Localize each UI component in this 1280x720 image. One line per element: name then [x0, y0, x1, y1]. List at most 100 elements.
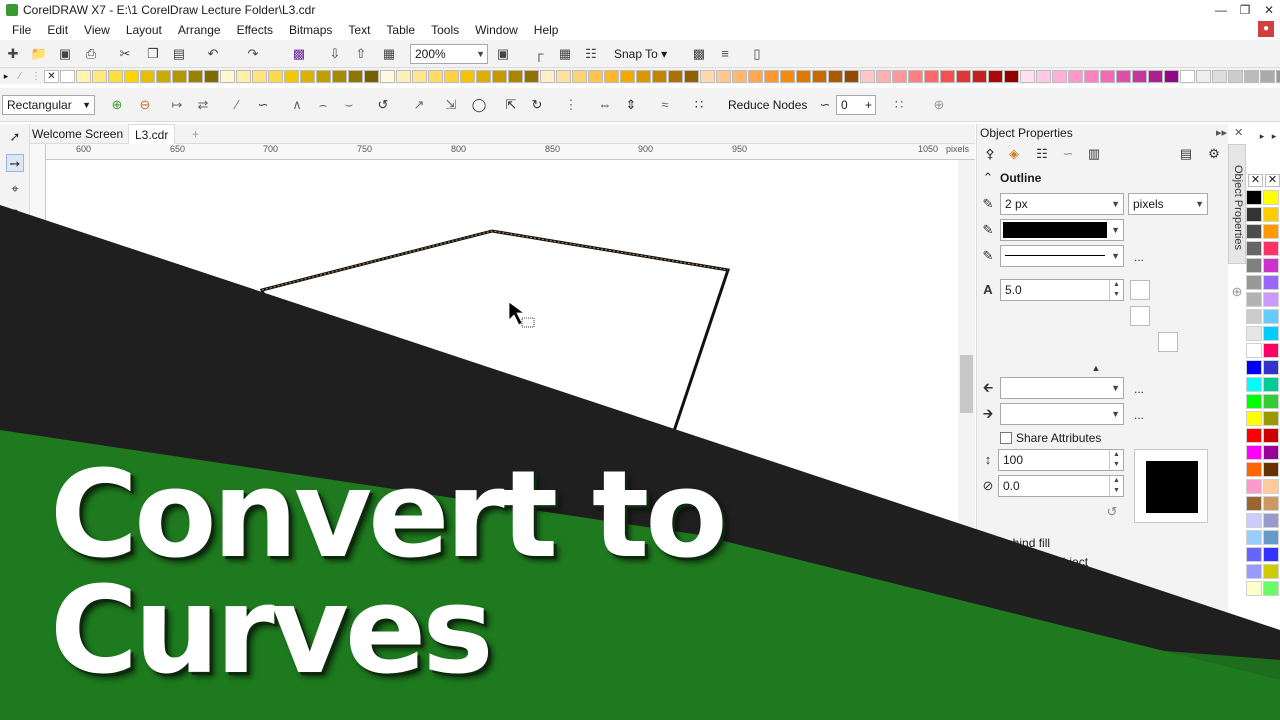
color-swatch[interactable] — [1246, 479, 1262, 494]
palette-swatch[interactable] — [1196, 69, 1211, 83]
palette-swatch[interactable] — [460, 69, 475, 83]
zoom-tool-icon[interactable]: ⚲ — [6, 206, 24, 224]
show-rulers-icon[interactable]: ┌ — [530, 45, 548, 63]
collapse-section-icon[interactable]: ⌃ — [980, 170, 996, 186]
shape-tool-icon[interactable]: ➙ — [6, 154, 24, 172]
palette-swatch[interactable] — [220, 69, 235, 83]
palette-arrow-icon[interactable]: ▸ — [0, 71, 12, 82]
eyedropper-icon[interactable]: ⁄ — [12, 71, 28, 82]
palette-swatch[interactable] — [1212, 69, 1227, 83]
outline-pen-icon[interactable]: ⚴ — [982, 146, 998, 162]
color-swatch[interactable] — [1246, 513, 1262, 528]
palette-swatch[interactable] — [924, 69, 939, 83]
convert-to-line-icon[interactable]: ∕ — [228, 96, 246, 114]
color-swatch[interactable] — [1246, 564, 1262, 579]
print-icon[interactable]: ⎙ — [82, 45, 100, 63]
color-swatch[interactable] — [1246, 462, 1262, 477]
behind-fill-checkbox[interactable]: Behind fill — [982, 536, 1050, 550]
color-swatch[interactable] — [1246, 258, 1262, 273]
palette-swatch[interactable] — [476, 69, 491, 83]
menu-file[interactable]: File — [4, 20, 39, 40]
palette-swatch[interactable] — [1276, 69, 1280, 83]
palette-swatch[interactable] — [1036, 69, 1051, 83]
palette-swatch[interactable] — [236, 69, 251, 83]
delete-node-icon[interactable]: ⊖ — [136, 96, 154, 114]
menu-tools[interactable]: Tools — [423, 20, 467, 40]
break-curve-icon[interactable]: ⇄ — [194, 96, 212, 114]
drop-shadow-tool-icon[interactable]: ▣ — [6, 440, 24, 458]
connector-tool-icon[interactable]: ↳ — [6, 414, 24, 432]
miter-corner-button[interactable] — [1130, 280, 1150, 300]
zoom-level-select[interactable]: 200% ▼ — [410, 44, 488, 64]
palette-swatch[interactable] — [732, 69, 747, 83]
color-swatch[interactable] — [1246, 224, 1262, 239]
palette-swatch[interactable] — [364, 69, 379, 83]
palette-swatch[interactable] — [1148, 69, 1163, 83]
palette-swatch[interactable] — [780, 69, 795, 83]
scale-with-object-checkbox[interactable]: Scale with object — [982, 555, 1088, 569]
full-screen-preview-icon[interactable]: ▣ — [494, 45, 512, 63]
new-tab-button[interactable]: + — [186, 124, 205, 144]
palette-swatch[interactable] — [844, 69, 859, 83]
join-nodes-icon[interactable]: ↦ — [168, 96, 186, 114]
color-swatch[interactable] — [1263, 326, 1279, 341]
color-swatch[interactable] — [1263, 547, 1279, 562]
overprint-outline-checkbox[interactable]: Overprint outline — [982, 574, 1086, 588]
outline-color-picker[interactable]: ▼ — [1000, 219, 1124, 241]
palette-swatch[interactable] — [860, 69, 875, 83]
color-swatch[interactable] — [1263, 190, 1279, 205]
artistic-media-tool-icon[interactable]: ✐ — [6, 258, 24, 276]
quick-customize-icon[interactable]: ⊕ — [930, 96, 948, 114]
palette-swatch[interactable] — [428, 69, 443, 83]
tab-l3-cdr[interactable]: L3.cdr — [128, 124, 176, 144]
color-swatch[interactable] — [1263, 496, 1279, 511]
palette-swatch[interactable] — [140, 69, 155, 83]
palette-swatch[interactable] — [60, 69, 75, 83]
ellipse-tool-icon[interactable]: ○ — [6, 310, 24, 328]
palette-swatch[interactable] — [1244, 69, 1259, 83]
frame-icon[interactable]: ▥ — [1086, 146, 1102, 162]
minimize-button[interactable]: — — [1208, 0, 1234, 20]
color-swatch[interactable] — [1263, 394, 1279, 409]
reverse-direction-icon[interactable]: ↺ — [374, 96, 392, 114]
outline-width-select[interactable]: 2 px ▼ — [1000, 193, 1124, 215]
cut-icon[interactable]: ✂ — [116, 45, 134, 63]
color-swatch[interactable] — [1246, 394, 1262, 409]
close-button[interactable]: ✕ — [1256, 0, 1280, 20]
palette-swatch[interactable] — [332, 69, 347, 83]
menu-text[interactable]: Text — [340, 20, 378, 40]
palette-swatch[interactable] — [1116, 69, 1131, 83]
expand-arrow-icon[interactable]: ▲ — [1088, 360, 1104, 376]
color-swatch[interactable] — [1263, 241, 1279, 256]
color-swatch[interactable] — [1263, 343, 1279, 358]
extract-subpath-icon[interactable]: ⇲ — [442, 96, 460, 114]
convert-to-curve-icon[interactable]: ∽ — [254, 96, 272, 114]
open-folder-icon[interactable]: 📁 — [30, 45, 48, 63]
end-arrow-more-button[interactable]: ... — [1134, 408, 1144, 422]
mirror-vertical-icon[interactable]: ⇕ — [622, 96, 640, 114]
palette-scroll-up-icon[interactable]: ▸ — [1266, 128, 1280, 144]
color-swatch[interactable] — [1246, 411, 1262, 426]
extend-curve-icon[interactable]: ↗ — [410, 96, 428, 114]
menu-bitmaps[interactable]: Bitmaps — [281, 20, 340, 40]
menu-layout[interactable]: Layout — [118, 20, 170, 40]
color-swatch[interactable] — [1263, 258, 1279, 273]
smart-fill-tool-icon[interactable]: ▩ — [6, 544, 24, 562]
nib-shape-preview[interactable] — [1134, 449, 1208, 523]
color-swatch[interactable] — [1246, 241, 1262, 256]
palette-swatch[interactable] — [348, 69, 363, 83]
palette-swatch[interactable] — [300, 69, 315, 83]
palette-swatch[interactable] — [380, 69, 395, 83]
outline-tool-icon[interactable]: ▢ — [6, 570, 24, 588]
select-all-nodes-icon[interactable]: ∷ — [690, 96, 708, 114]
import-icon[interactable]: ⇩ — [326, 45, 344, 63]
color-swatch[interactable] — [1263, 428, 1279, 443]
color-swatch[interactable] — [1263, 445, 1279, 460]
add-docker-icon[interactable]: ⊕ — [1229, 284, 1245, 300]
palette-swatch[interactable] — [492, 69, 507, 83]
export-icon[interactable]: ⇧ — [352, 45, 370, 63]
color-swatch[interactable] — [1246, 309, 1262, 324]
palette-swatch[interactable] — [1132, 69, 1147, 83]
curve-smoothness-input[interactable]: 0 + — [836, 95, 876, 115]
palette-swatch[interactable] — [172, 69, 187, 83]
